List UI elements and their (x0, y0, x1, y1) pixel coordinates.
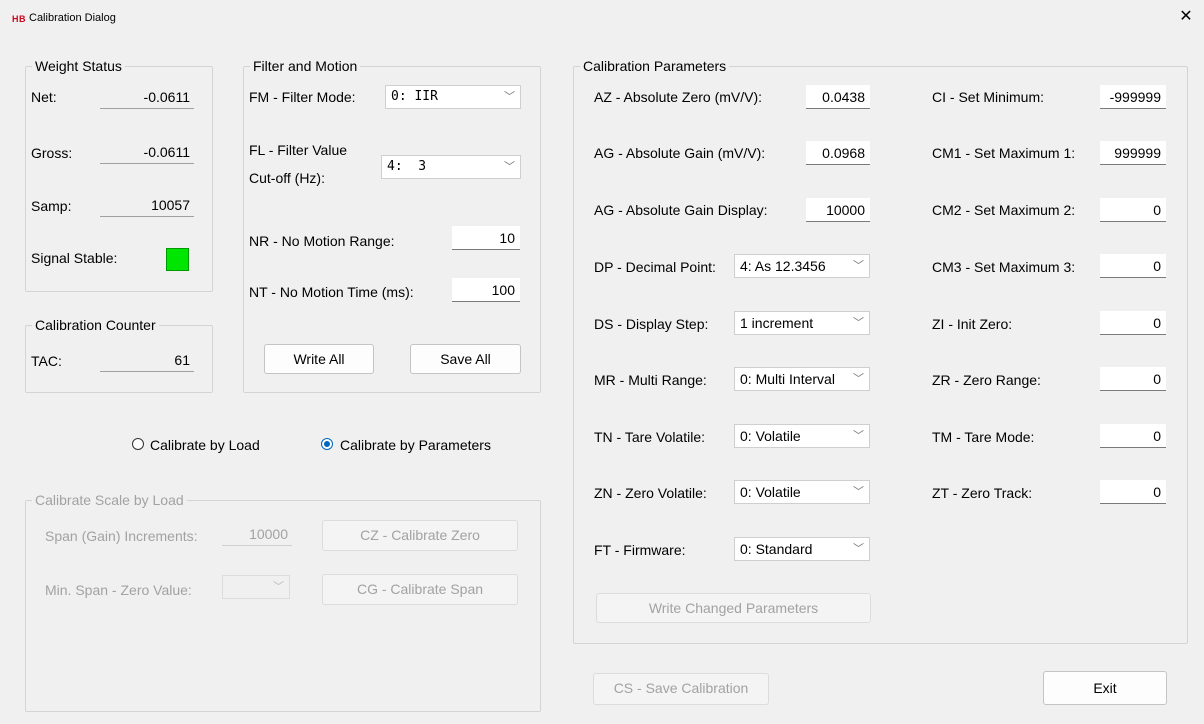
calibration-counter-legend: Calibration Counter (32, 317, 159, 333)
chevron-down-icon: ﹀ (853, 373, 864, 385)
zn-label: ZN - Zero Volatile: (594, 485, 707, 501)
zn-zero-volatile-select[interactable]: 0: Volatile ﹀ (734, 480, 870, 504)
cz-calibrate-zero-button[interactable]: CZ - Calibrate Zero (322, 520, 518, 551)
cm2-label: CM2 - Set Maximum 2: (932, 202, 1076, 218)
chevron-down-icon: ﹀ (853, 430, 864, 442)
window-title: Calibration Dialog (29, 12, 116, 24)
cs-save-calibration-button[interactable]: CS - Save Calibration (593, 673, 769, 705)
zr-label: ZR - Zero Range: (932, 372, 1041, 388)
chevron-down-icon: ﹀ (853, 486, 864, 498)
write-changed-parameters-button[interactable]: Write Changed Parameters (596, 593, 871, 623)
ft-firmware-value: 0: Standard (740, 541, 813, 557)
cm3-set-maximum-3-input[interactable]: 0 (1100, 254, 1166, 278)
weight-status-legend: Weight Status (32, 58, 125, 74)
signal-stable-indicator (166, 248, 189, 271)
gross-label: Gross: (31, 145, 73, 161)
write-all-button[interactable]: Write All (264, 344, 374, 374)
ft-label: FT - Firmware: (594, 542, 686, 558)
nt-no-motion-time-input[interactable]: 100 (452, 278, 520, 302)
nt-label: NT - No Motion Time (ms): (249, 284, 414, 300)
zt-label: ZT - Zero Track: (932, 485, 1033, 501)
calibrate-by-load-label[interactable]: Calibrate by Load (150, 437, 260, 453)
chevron-down-icon: ﹀ (853, 260, 864, 272)
dp-decimal-point-select[interactable]: 4: As 12.3456 ﹀ (734, 254, 870, 278)
calibration-parameters-legend: Calibration Parameters (580, 58, 730, 74)
fl-label-line1: FL - Filter Value (249, 142, 348, 158)
ft-firmware-select[interactable]: 0: Standard ﹀ (734, 537, 870, 561)
cm1-label: CM1 - Set Maximum 1: (932, 145, 1076, 161)
filter-motion-legend: Filter and Motion (250, 58, 361, 74)
az-label: AZ - Absolute Zero (mV/V): (594, 89, 763, 105)
net-label: Net: (31, 89, 57, 105)
fl-filter-value-value: 4: 3 (387, 159, 427, 174)
cm3-label: CM3 - Set Maximum 3: (932, 259, 1076, 275)
samp-value: 10057 (100, 194, 194, 217)
min-span-zero-label: Min. Span - Zero Value: (45, 582, 192, 598)
cm1-set-maximum-1-input[interactable]: 999999 (1100, 141, 1166, 165)
save-all-button[interactable]: Save All (410, 344, 521, 374)
min-span-zero-select[interactable]: ﹀ (222, 575, 290, 599)
ds-display-step-value: 1 increment (740, 315, 814, 331)
az-absolute-zero-input[interactable]: 0.0438 (806, 85, 870, 109)
chevron-down-icon: ﹀ (273, 581, 284, 593)
ds-display-step-select[interactable]: 1 increment ﹀ (734, 311, 870, 335)
fl-filter-value-select[interactable]: 4: 3 ﹀ (381, 155, 521, 179)
cm2-set-maximum-2-input[interactable]: 0 (1100, 198, 1166, 222)
span-increments-label: Span (Gain) Increments: (45, 528, 198, 544)
tac-value: 61 (100, 349, 194, 372)
chevron-down-icon: ﹀ (853, 317, 864, 329)
nr-label: NR - No Motion Range: (249, 233, 395, 249)
fl-label-line2: Cut-off (Hz): (249, 170, 325, 186)
calibrate-by-parameters-label[interactable]: Calibrate by Parameters (340, 437, 491, 453)
chevron-down-icon: ﹀ (853, 543, 864, 555)
zt-zero-track-input[interactable]: 0 (1100, 480, 1166, 504)
nr-no-motion-range-input[interactable]: 10 (452, 226, 520, 250)
signal-stable-label: Signal Stable: (31, 250, 118, 266)
gross-value: -0.0611 (100, 141, 194, 164)
calibrate-by-load-radio[interactable] (132, 438, 144, 450)
fm-filter-mode-value: 0: IIR (391, 89, 438, 104)
fm-label: FM - Filter Mode: (249, 89, 356, 105)
mr-multi-range-value: 0: Multi Interval (740, 371, 835, 387)
zr-zero-range-input[interactable]: 0 (1100, 367, 1166, 391)
tac-label: TAC: (31, 353, 62, 369)
calibrate-scale-by-load-legend: Calibrate Scale by Load (32, 492, 187, 508)
chevron-down-icon: ﹀ (504, 90, 515, 103)
samp-label: Samp: (31, 198, 72, 214)
exit-button[interactable]: Exit (1043, 671, 1167, 705)
chevron-down-icon: ﹀ (504, 160, 515, 173)
calibrate-by-parameters-radio[interactable] (321, 438, 333, 450)
zi-init-zero-input[interactable]: 0 (1100, 311, 1166, 335)
mr-multi-range-select[interactable]: 0: Multi Interval ﹀ (734, 367, 870, 391)
net-value: -0.0611 (100, 86, 194, 109)
dp-decimal-point-value: 4: As 12.3456 (740, 258, 826, 274)
fm-filter-mode-select[interactable]: 0: IIR ﹀ (385, 85, 521, 109)
tn-tare-volatile-select[interactable]: 0: Volatile ﹀ (734, 424, 870, 448)
close-icon[interactable]: ✕ (1178, 9, 1194, 25)
zi-label: ZI - Init Zero: (932, 316, 1013, 332)
tn-label: TN - Tare Volatile: (594, 429, 706, 445)
ds-label: DS - Display Step: (594, 316, 709, 332)
tm-tare-mode-input[interactable]: 0 (1100, 424, 1166, 448)
tm-label: TM - Tare Mode: (932, 429, 1035, 445)
app-logo: HB (12, 14, 26, 24)
dp-label: DP - Decimal Point: (594, 259, 716, 275)
agd-label: AG - Absolute Gain Display: (594, 202, 768, 218)
ci-set-minimum-input[interactable]: -999999 (1100, 85, 1166, 109)
tn-tare-volatile-value: 0: Volatile (740, 428, 801, 444)
ag-absolute-gain-input[interactable]: 0.0968 (806, 141, 870, 165)
cg-calibrate-span-button[interactable]: CG - Calibrate Span (322, 574, 518, 605)
ag-absolute-gain-display-input[interactable]: 10000 (806, 198, 870, 222)
mr-label: MR - Multi Range: (594, 372, 707, 388)
title-bar: HB Calibration Dialog ✕ (0, 0, 1204, 40)
ag-label: AG - Absolute Gain (mV/V): (594, 145, 766, 161)
zn-zero-volatile-value: 0: Volatile (740, 484, 801, 500)
ci-label: CI - Set Minimum: (932, 89, 1045, 105)
span-increments-value: 10000 (222, 523, 292, 546)
